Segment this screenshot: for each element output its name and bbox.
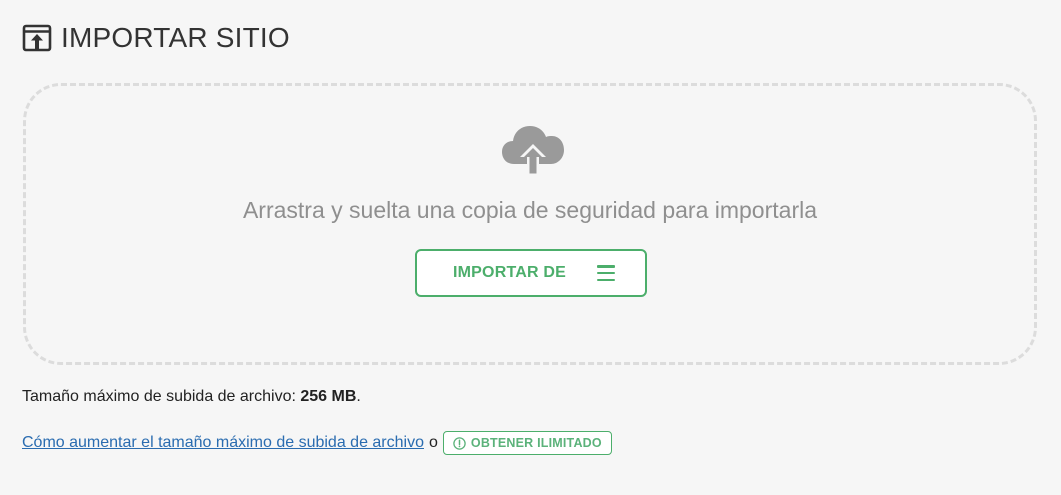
get-unlimited-label: OBTENER ILIMITADO — [470, 436, 602, 450]
import-site-page: IMPORTAR SITIO Arrastra y suelta una cop… — [0, 0, 1061, 495]
import-upload-icon — [22, 23, 52, 53]
page-header: IMPORTAR SITIO — [22, 22, 290, 54]
get-unlimited-button[interactable]: OBTENER ILIMITADO — [442, 431, 612, 455]
exclamation-circle-icon — [453, 436, 466, 450]
increase-upload-size-link[interactable]: Cómo aumentar el tamaño máximo de subida… — [22, 434, 424, 452]
max-upload-size-text: Tamaño máximo de subida de archivo: 256 … — [22, 386, 361, 408]
dropzone-instructions: Arrastra y suelta una copia de seguridad… — [242, 197, 818, 223]
or-separator: o — [428, 434, 438, 451]
max-upload-size-suffix: . — [356, 388, 361, 405]
max-upload-size-label: Tamaño máximo de subida de archivo: — [22, 388, 296, 405]
cloud-upload-icon — [500, 124, 566, 178]
page-title: IMPORTAR SITIO — [61, 22, 290, 53]
import-from-button[interactable]: IMPORTAR DE — [415, 249, 647, 297]
upload-help-row: Cómo aumentar el tamaño máximo de subida… — [22, 429, 612, 457]
menu-icon — [597, 265, 616, 281]
max-upload-size-value: 256 MB — [300, 388, 357, 405]
backup-dropzone[interactable]: Arrastra y suelta una copia de seguridad… — [23, 83, 1037, 365]
import-from-button-label: IMPORTAR DE — [453, 264, 567, 281]
